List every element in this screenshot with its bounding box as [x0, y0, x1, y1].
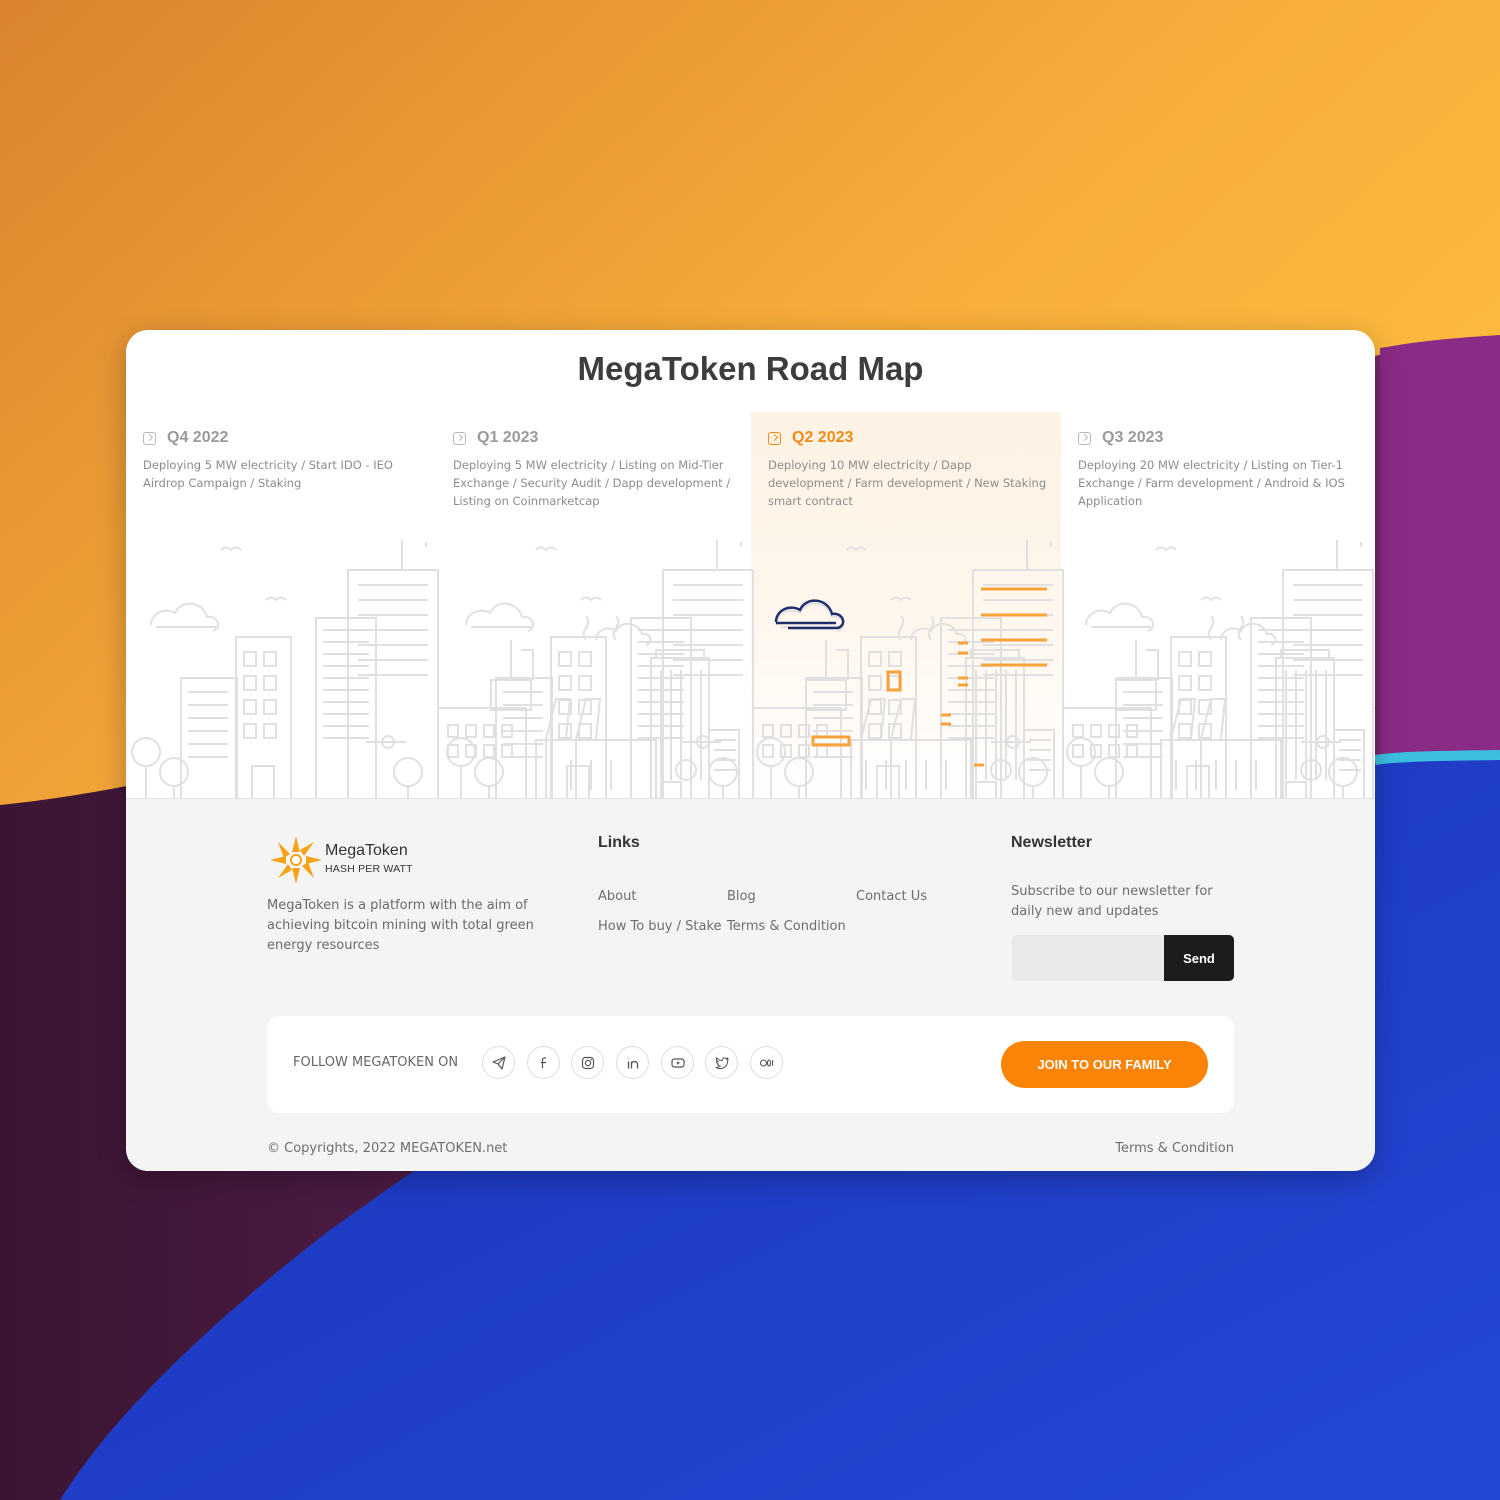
- city-skyline-illustration: [126, 539, 1375, 799]
- milestone-description: Deploying 10 MW electricity / Dapp devel…: [768, 458, 1047, 508]
- newsletter-text: Subscribe to our newsletter for daily ne…: [1011, 884, 1213, 919]
- chevron-right-icon: [768, 431, 781, 445]
- link-blog[interactable]: Blog: [727, 889, 756, 904]
- instagram-icon[interactable]: [571, 1046, 604, 1079]
- join-family-button[interactable]: JOIN TO OUR FAMILY: [1001, 1041, 1208, 1088]
- milestone-description: Deploying 5 MW electricity / Listing on …: [453, 458, 731, 508]
- send-button[interactable]: Send: [1164, 935, 1234, 981]
- facebook-icon[interactable]: [527, 1046, 560, 1079]
- site-footer: MegaToken HASH PER WATT MegaToken is a p…: [126, 799, 1375, 1171]
- twitter-icon[interactable]: [705, 1046, 738, 1079]
- chevron-right-icon: [453, 431, 466, 445]
- link-terms[interactable]: Terms & Condition: [727, 919, 846, 934]
- newsletter-email-input[interactable]: [1012, 935, 1164, 981]
- copyright-text: © Copyrights, 2022 MEGATOKEN.net: [267, 1141, 508, 1156]
- link-about[interactable]: About: [598, 889, 636, 904]
- milestone-quarter: Q4 2022: [167, 429, 229, 446]
- link-how-to-buy[interactable]: How To buy / Stake: [598, 919, 722, 934]
- milestone-description: Deploying 20 MW electricity / Listing on…: [1078, 458, 1345, 508]
- chevron-right-icon: [143, 431, 156, 445]
- milestone-quarter: Q1 2023: [477, 429, 539, 446]
- links-title: Links: [598, 834, 640, 851]
- brand-tagline: HASH PER WATT: [325, 863, 413, 875]
- roadmap-card: MegaToken Road Map Q4 2022 Deploying 5 M…: [126, 330, 1375, 1171]
- brand-name: MegaToken: [325, 842, 408, 859]
- follow-bar: FOLLOW MEGATOKEN ON JOIN TO OUR FAMILY: [267, 1016, 1234, 1113]
- terms-link[interactable]: Terms & Condition: [1115, 1141, 1234, 1156]
- youtube-icon[interactable]: [661, 1046, 694, 1079]
- link-contact-us[interactable]: Contact Us: [856, 889, 927, 904]
- chevron-right-icon: [1078, 431, 1091, 445]
- milestone-description: Deploying 5 MW electricity / Start IDO -…: [143, 458, 393, 490]
- medium-icon[interactable]: [750, 1046, 783, 1079]
- about-text: MegaToken is a platform with the aim of …: [267, 898, 534, 953]
- telegram-icon[interactable]: [482, 1046, 515, 1079]
- linkedin-icon[interactable]: [616, 1046, 649, 1079]
- follow-label: FOLLOW MEGATOKEN ON: [293, 1055, 459, 1070]
- milestone-quarter: Q3 2023: [1102, 429, 1164, 446]
- newsletter-title: Newsletter: [1011, 834, 1092, 851]
- megatoken-logo-icon: [270, 836, 322, 884]
- roadmap-title: MegaToken Road Map: [577, 350, 924, 387]
- milestone-quarter: Q2 2023: [792, 429, 854, 446]
